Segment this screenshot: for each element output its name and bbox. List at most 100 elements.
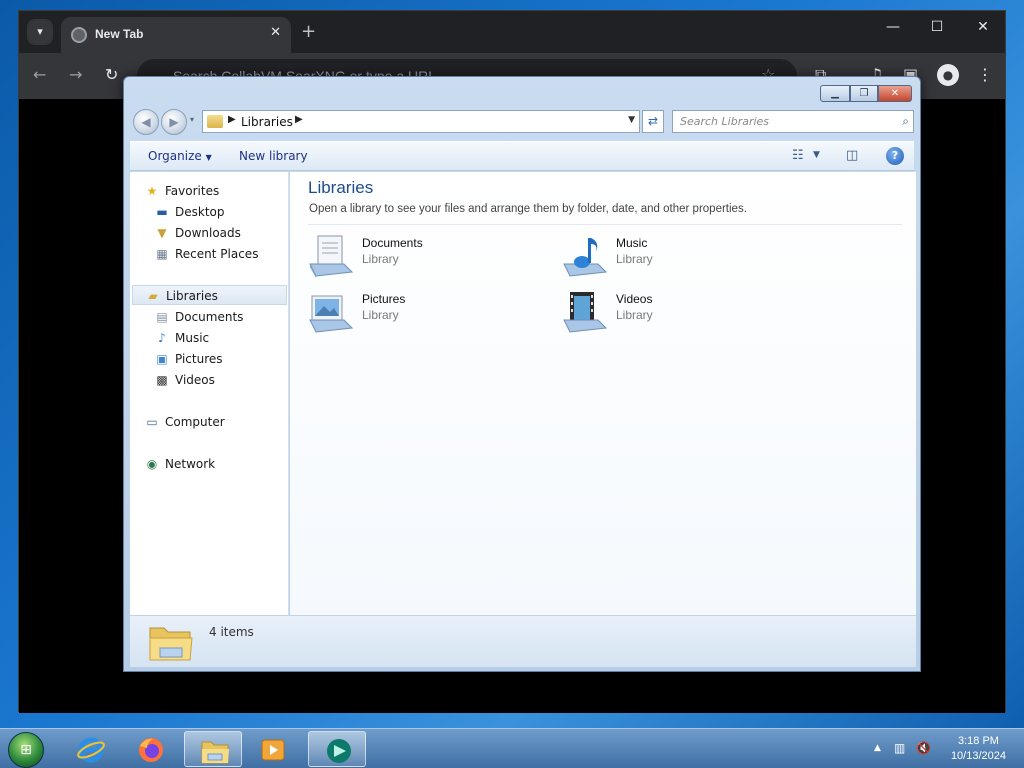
nav-libraries-label: Libraries <box>166 289 218 303</box>
network-icon: ◉ <box>146 457 158 471</box>
menu-icon[interactable]: ⋮ <box>977 65 993 84</box>
nav-recent-places-label: Recent Places <box>175 247 259 261</box>
nav-network-label: Network <box>165 457 216 471</box>
star-icon: ★ <box>146 184 158 198</box>
taskbar-firefox[interactable] <box>122 731 180 767</box>
address-dropdown-icon[interactable]: ▼ <box>628 115 635 125</box>
refresh-button[interactable]: ⇄ <box>642 110 664 133</box>
library-type: Library <box>616 252 653 266</box>
content-pane: Libraries Open a library to see your fil… <box>290 172 916 615</box>
browser-tabstrip: ▾ New Tab ✕ + — ☐ ✕ <box>19 11 1005 53</box>
tab-close-icon[interactable]: ✕ <box>270 25 281 40</box>
clock-date: 10/13/2024 <box>950 750 1006 762</box>
nav-favorites[interactable]: ★ Favorites <box>144 181 294 201</box>
back-button[interactable]: ◀ <box>133 109 159 135</box>
maximize-icon[interactable]: ☐ <box>917 19 957 35</box>
nav-music-label: Music <box>175 331 210 345</box>
system-tray: ▲ ▥ 🔇 3:18 PM 10/13/2024 <box>864 729 1024 768</box>
navigation-row: ◀ ▶ ▾ ▶ Libraries ▶ ▼ ⇄ Search Libraries… <box>132 107 914 135</box>
nav-recent-places[interactable]: ▦ Recent Places <box>154 244 304 264</box>
library-name: Music <box>616 236 648 250</box>
nav-desktop[interactable]: ▬ Desktop <box>154 202 304 222</box>
page-title: Libraries <box>308 178 374 197</box>
computer-icon: ▭ <box>146 415 158 429</box>
close-button[interactable]: ✕ <box>878 85 912 102</box>
organize-button[interactable]: Organize ▼ <box>148 149 212 163</box>
taskbar-file-explorer[interactable] <box>184 731 242 767</box>
minimize-button[interactable]: ▁ <box>820 85 850 102</box>
nav-computer-label: Computer <box>165 415 225 429</box>
nav-computer[interactable]: ▭ Computer <box>144 412 294 432</box>
back-icon[interactable]: ← <box>33 65 46 84</box>
explorer-window: ▁ ❐ ✕ ◀ ▶ ▾ ▶ Libraries ▶ ▼ ⇄ Search Lib… <box>123 76 921 672</box>
nav-pictures[interactable]: ▣ Pictures <box>154 349 304 369</box>
nav-documents[interactable]: ▤ Documents <box>154 307 304 327</box>
library-type: Library <box>362 252 399 266</box>
navigation-pane: ★ Favorites ▬ Desktop ▼ Downloads ▦ Rece… <box>130 172 289 615</box>
videos-library-icon <box>563 292 608 333</box>
videos-icon: ▩ <box>156 373 168 387</box>
library-pictures[interactable]: Pictures Library <box>308 288 528 336</box>
library-videos[interactable]: Videos Library <box>562 288 782 336</box>
search-icon[interactable]: ⌕ <box>902 111 909 132</box>
reload-icon[interactable]: ↻ <box>105 65 118 84</box>
libraries-folder-icon <box>207 115 223 128</box>
library-type: Library <box>616 308 653 322</box>
clock-time: 3:18 PM <box>957 735 999 747</box>
taskbar: ⊞ ▲ ▥ 🔇 3:18 PM 10/13/2024 <box>0 728 1024 768</box>
firefox-icon <box>139 738 163 762</box>
media-player-icon <box>261 739 285 761</box>
downloads-icon: ▼ <box>157 226 167 240</box>
show-hidden-icons-icon[interactable]: ▲ <box>874 743 881 753</box>
clock[interactable]: 3:18 PM 10/13/2024 <box>951 734 1006 764</box>
library-name: Pictures <box>362 292 406 306</box>
breadcrumb-chevron-icon[interactable]: ▶ <box>295 114 303 125</box>
libraries-folder-icon <box>149 627 193 661</box>
nav-videos[interactable]: ▩ Videos <box>154 370 304 390</box>
nav-downloads[interactable]: ▼ Downloads <box>154 223 304 243</box>
restore-button[interactable]: ❐ <box>850 85 878 102</box>
taskbar-internet-explorer[interactable] <box>62 731 120 767</box>
taskbar-media-player[interactable] <box>244 731 302 767</box>
minimize-icon[interactable]: — <box>873 19 913 35</box>
recent-pages-chevron-icon[interactable]: ▾ <box>190 115 194 124</box>
recent-places-icon: ▦ <box>156 247 168 261</box>
chevron-down-icon: ▼ <box>205 153 212 162</box>
taskbar-app[interactable] <box>308 731 366 767</box>
breadcrumb-separator-icon[interactable]: ▶ <box>228 114 236 125</box>
library-name: Videos <box>616 292 653 306</box>
nav-pictures-label: Pictures <box>175 352 223 366</box>
music-icon: ♪ <box>158 331 166 345</box>
pictures-icon: ▣ <box>156 352 168 366</box>
globe-icon <box>71 27 87 43</box>
tab-search-icon[interactable]: ▾ <box>27 19 53 45</box>
file-explorer-icon <box>201 741 229 764</box>
browser-tab[interactable]: New Tab ✕ <box>61 17 291 53</box>
volume-muted-icon[interactable]: 🔇 <box>916 741 931 755</box>
profile-avatar-icon[interactable]: ● <box>937 64 959 86</box>
breadcrumb-libraries[interactable]: Libraries <box>241 115 293 129</box>
library-documents[interactable]: Documents Library <box>308 232 528 280</box>
nav-network[interactable]: ◉ Network <box>144 454 294 474</box>
page-subtitle: Open a library to see your files and arr… <box>309 203 747 215</box>
preview-pane-icon[interactable]: ◫ <box>846 148 858 163</box>
new-tab-button[interactable]: + <box>301 21 316 42</box>
help-icon[interactable]: ? <box>886 147 904 165</box>
address-bar[interactable]: ▶ Libraries ▶ ▼ <box>202 110 640 133</box>
forward-icon[interactable]: → <box>69 65 82 84</box>
change-view-icon[interactable]: ☷ <box>792 148 804 163</box>
nav-music[interactable]: ♪ Music <box>154 328 304 348</box>
view-options-chevron-icon[interactable]: ▼ <box>813 150 820 160</box>
app-icon <box>327 739 351 763</box>
close-icon[interactable]: ✕ <box>963 19 1003 35</box>
start-button[interactable]: ⊞ <box>8 732 44 768</box>
search-placeholder: Search Libraries <box>680 115 770 128</box>
search-input[interactable]: Search Libraries ⌕ <box>672 110 914 133</box>
network-status-icon[interactable]: ▥ <box>894 741 905 755</box>
nav-libraries[interactable]: ▰ Libraries <box>132 285 287 305</box>
new-library-button[interactable]: New library <box>239 149 308 163</box>
nav-favorites-label: Favorites <box>165 184 220 198</box>
library-music[interactable]: Music Library <box>562 232 782 280</box>
library-name: Documents <box>362 236 423 250</box>
forward-button[interactable]: ▶ <box>161 109 187 135</box>
